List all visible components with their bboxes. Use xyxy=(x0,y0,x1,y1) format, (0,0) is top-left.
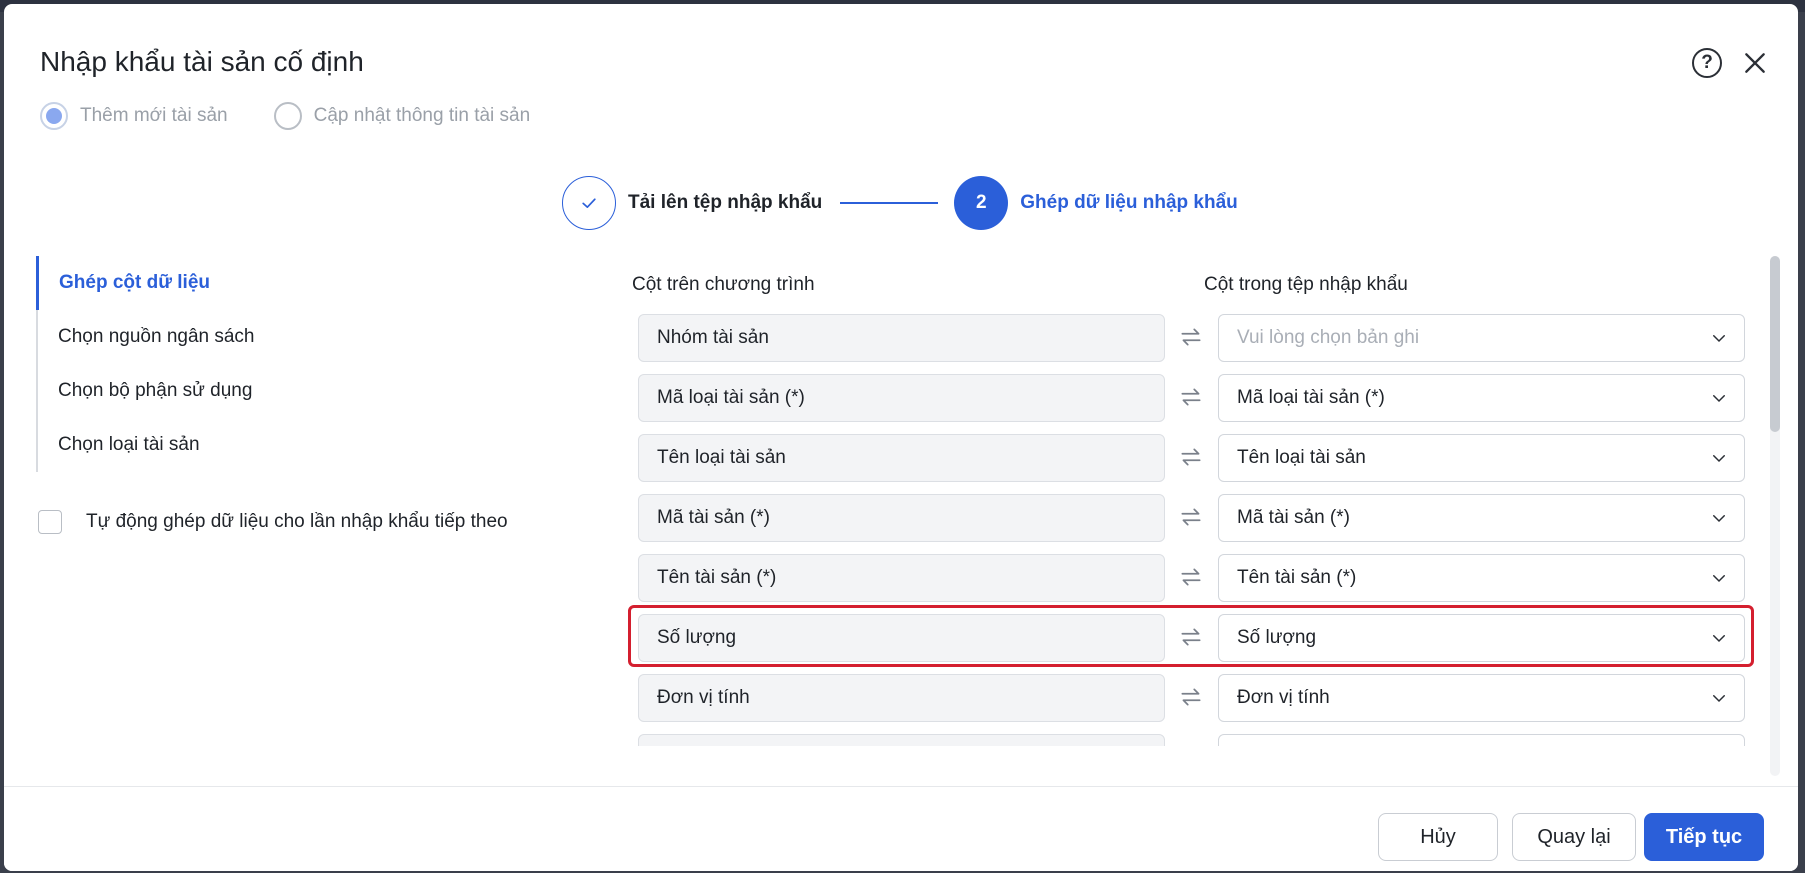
chevron-down-icon[interactable] xyxy=(1710,449,1728,467)
chevron-down-icon[interactable] xyxy=(1710,689,1728,707)
step-1-done-circle xyxy=(562,176,616,230)
select-value: Đơn vị tính xyxy=(1237,687,1330,708)
auto-match-checkbox[interactable] xyxy=(38,510,62,534)
scrollbar-thumb[interactable] xyxy=(1770,256,1780,432)
program-column-field: Mã loại tài sản (*) xyxy=(638,374,1165,422)
radio-checked-icon[interactable] xyxy=(40,102,68,130)
swap-arrows-icon xyxy=(1181,628,1201,646)
nav-item-department[interactable]: Chọn bộ phận sử dụng xyxy=(36,364,556,418)
next-button[interactable]: Tiếp tục xyxy=(1644,813,1764,861)
select-value: Tên tài sản (*) xyxy=(1237,567,1357,588)
step-1-label: Tải lên tệp nhập khẩu xyxy=(628,192,823,213)
import-mode-group: Thêm mới tài sản Cập nhật thông tin tài … xyxy=(40,102,530,130)
file-column-select[interactable]: Mã loại tài sản (*) xyxy=(1218,374,1745,422)
file-column-select[interactable]: Đơn vị tính xyxy=(1218,674,1745,722)
file-column-select[interactable]: Số lượng xyxy=(1218,614,1745,662)
file-column-select[interactable] xyxy=(1218,734,1745,746)
program-column-field: Tên tài sản (*) xyxy=(638,554,1165,602)
mapping-row: Mã loại tài sản (*) Mã loại tài sản (*) xyxy=(638,374,1746,434)
program-column-field: Đơn vị tính xyxy=(638,674,1165,722)
mapping-row xyxy=(638,734,1746,746)
question-circle-icon[interactable]: ? xyxy=(1692,48,1722,78)
swap-arrows-icon xyxy=(1181,448,1201,466)
header-program-column: Cột trên chương trình xyxy=(632,274,815,295)
dialog-title: Nhập khẩu tài sản cố định xyxy=(40,46,364,77)
chevron-down-icon[interactable] xyxy=(1710,389,1728,407)
left-nav: Ghép cột dữ liệu Chọn nguồn ngân sách Ch… xyxy=(36,256,556,472)
mapping-list[interactable]: Nhóm tài sản Vui lòng chọn bản ghi Mã lo… xyxy=(638,314,1746,746)
close-icon[interactable] xyxy=(1740,48,1770,78)
select-value: Mã tài sản (*) xyxy=(1237,507,1350,528)
select-value: Tên loại tài sản xyxy=(1237,447,1366,468)
program-column-field: Tên loại tài sản xyxy=(638,434,1165,482)
file-column-select[interactable]: Vui lòng chọn bản ghi xyxy=(1218,314,1745,362)
radio-add-new-label: Thêm mới tài sản xyxy=(80,105,228,126)
auto-match-option[interactable]: Tự động ghép dữ liệu cho lần nhập khẩu t… xyxy=(38,510,508,534)
nav-item-match-columns[interactable]: Ghép cột dữ liệu xyxy=(36,256,556,310)
import-dialog: Nhập khẩu tài sản cố định ? Thêm mới tài… xyxy=(4,4,1798,871)
cancel-button[interactable]: Hủy xyxy=(1378,813,1498,861)
checkmark-icon xyxy=(582,198,596,208)
file-column-select[interactable]: Mã tài sản (*) xyxy=(1218,494,1745,542)
header-file-column: Cột trong tệp nhập khẩu xyxy=(1204,274,1408,295)
nav-item-asset-type[interactable]: Chọn loại tài sản xyxy=(36,418,556,472)
select-placeholder: Vui lòng chọn bản ghi xyxy=(1237,327,1420,348)
import-stepper: Tải lên tệp nhập khẩu 2 Ghép dữ liệu nhậ… xyxy=(562,176,1238,230)
swap-arrows-icon xyxy=(1181,568,1201,586)
program-column-field: Mã tài sản (*) xyxy=(638,494,1165,542)
swap-arrows-icon xyxy=(1181,688,1201,706)
swap-arrows-icon xyxy=(1181,388,1201,406)
mapping-row: Nhóm tài sản Vui lòng chọn bản ghi xyxy=(638,314,1746,374)
mapping-row: Đơn vị tính Đơn vị tính xyxy=(638,674,1746,734)
dialog-footer: Hủy Quay lại Tiếp tục xyxy=(4,786,1798,871)
step-2-circle: 2 xyxy=(954,176,1009,230)
file-column-select[interactable]: Tên tài sản (*) xyxy=(1218,554,1745,602)
radio-add-new[interactable]: Thêm mới tài sản xyxy=(40,102,228,130)
chevron-down-icon[interactable] xyxy=(1710,569,1728,587)
select-value: Mã loại tài sản (*) xyxy=(1237,387,1385,408)
swap-arrows-icon xyxy=(1181,328,1201,346)
back-button[interactable]: Quay lại xyxy=(1512,813,1636,861)
file-column-select[interactable]: Tên loại tài sản xyxy=(1218,434,1745,482)
mapping-row: Tên tài sản (*) Tên tài sản (*) xyxy=(638,554,1746,614)
mapping-row: Mã tài sản (*) Mã tài sản (*) xyxy=(638,494,1746,554)
nav-item-budget-source[interactable]: Chọn nguồn ngân sách xyxy=(36,310,556,364)
chevron-down-icon[interactable] xyxy=(1710,329,1728,347)
step-connector xyxy=(840,202,939,204)
mapping-row: Tên loại tài sản Tên loại tài sản xyxy=(638,434,1746,494)
radio-update-info-label: Cập nhật thông tin tài sản xyxy=(313,105,531,126)
step-2-label: Ghép dữ liệu nhập khẩu xyxy=(1020,192,1238,213)
program-column-field: Nhóm tài sản xyxy=(638,314,1165,362)
radio-unchecked-icon[interactable] xyxy=(273,102,302,130)
auto-match-label: Tự động ghép dữ liệu cho lần nhập khẩu t… xyxy=(86,511,508,532)
select-value: Số lượng xyxy=(1237,627,1317,648)
program-column-field xyxy=(638,734,1165,746)
swap-arrows-icon xyxy=(1181,508,1201,526)
mapping-row-quantity: Số lượng Số lượng xyxy=(638,614,1746,674)
chevron-down-icon[interactable] xyxy=(1710,509,1728,527)
program-column-field: Số lượng xyxy=(638,614,1165,662)
radio-update-info[interactable]: Cập nhật thông tin tài sản xyxy=(273,102,531,130)
chevron-down-icon[interactable] xyxy=(1710,629,1728,647)
